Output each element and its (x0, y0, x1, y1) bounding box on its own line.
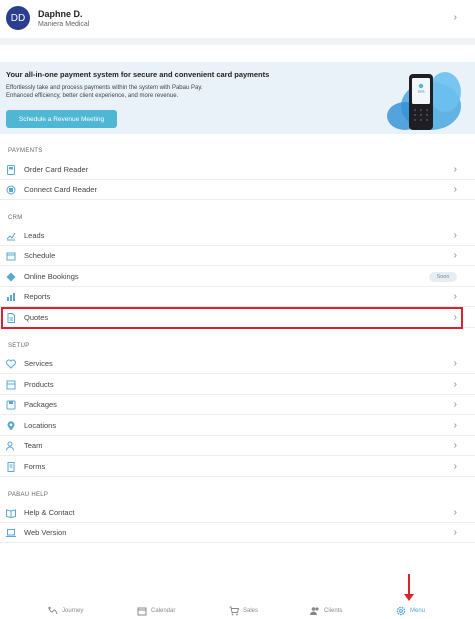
chevron-right-icon: › (453, 440, 457, 451)
menu-item-label: Products (24, 380, 54, 389)
menu-item-label: Reports (24, 292, 51, 301)
schedule-revenue-meeting-button[interactable]: Schedule a Revenue Meeting (6, 110, 117, 128)
chevron-right-icon: › (453, 379, 457, 390)
box-icon (6, 380, 16, 390)
menu-item-order-card-reader[interactable]: Order Card Reader › (0, 160, 475, 180)
bar-chart-icon (6, 292, 16, 302)
tab-menu[interactable]: Menu (396, 606, 425, 616)
bottom-tab-bar: Journey Calendar Sales Clients Menu (0, 602, 475, 619)
calendar-icon (137, 606, 147, 616)
annotation-arrow-head (404, 594, 414, 601)
chevron-right-icon: › (453, 184, 457, 195)
card-reader-illustration: TIPS (387, 72, 461, 130)
book-icon (6, 508, 16, 518)
chevron-right-icon: › (453, 399, 457, 410)
chevron-right-icon: › (453, 420, 457, 431)
tab-sales[interactable]: Sales (229, 606, 258, 616)
menu-item-help-contact[interactable]: Help & Contact › (0, 503, 475, 523)
menu-item-label: Leads (24, 231, 45, 240)
menu-item-leads[interactable]: Leads › (0, 226, 475, 246)
menu-item-label: Team (24, 441, 43, 450)
diamond-icon (6, 272, 16, 282)
tab-label: Menu (410, 608, 426, 614)
chevron-right-icon: › (453, 291, 457, 302)
profile-name: Daphne D. (38, 8, 83, 19)
cart-icon (229, 606, 239, 616)
menu-item-label: Web Version (24, 528, 67, 537)
package-icon (6, 400, 16, 410)
banner-desc-line1: Effortlessly take and process payments w… (6, 85, 203, 91)
users-icon (6, 441, 16, 451)
chevron-right-icon: › (453, 164, 457, 175)
menu-item-label: Locations (24, 421, 57, 430)
quotes-highlight-box (1, 307, 463, 329)
gear-icon (396, 606, 406, 616)
menu-item-services[interactable]: Services › (0, 354, 475, 374)
tab-label: Calendar (151, 608, 176, 614)
menu-item-reports[interactable]: Reports › (0, 287, 475, 307)
laptop-icon (6, 528, 16, 538)
menu-item-forms[interactable]: Forms › (0, 457, 475, 477)
chevron-right-icon: › (453, 250, 457, 261)
section-label-crm: CRM (8, 215, 23, 221)
menu-item-label: Services (24, 359, 53, 368)
chevron-right-icon: › (453, 12, 457, 23)
menu-item-web-version[interactable]: Web Version › (0, 523, 475, 543)
menu-item-locations[interactable]: Locations › (0, 416, 475, 436)
tab-label: Sales (243, 608, 259, 614)
chevron-right-icon: › (453, 461, 457, 472)
menu-item-connect-card-reader[interactable]: Connect Card Reader › (0, 180, 475, 200)
profile-row[interactable]: DD Daphne D. Maniera Medical › (0, 0, 475, 36)
pabau-pay-banner: Your all-in-one payment system for secur… (0, 62, 475, 134)
menu-item-packages[interactable]: Packages › (0, 395, 475, 415)
profile-text: Daphne D. Maniera Medical (38, 9, 89, 28)
profile-company: Maniera Medical (38, 20, 90, 28)
menu-item-label: Schedule (24, 251, 56, 260)
card-reader-icon (6, 165, 16, 175)
journey-icon (48, 606, 58, 616)
avatar: DD (6, 6, 30, 30)
banner-desc-line2: Enhanced efficiency, better client exper… (6, 93, 179, 99)
device-brand-text: TIPS (417, 90, 424, 94)
chart-line-icon (6, 231, 16, 241)
section-label-pabau-help: PABAU HELP (8, 492, 49, 498)
chevron-right-icon: › (453, 507, 457, 518)
chevron-right-icon: › (453, 527, 457, 538)
clients-icon (310, 606, 320, 616)
annotation-arrow-shaft (408, 574, 410, 596)
tab-clients[interactable]: Clients (310, 606, 342, 616)
menu-item-online-bookings[interactable]: Online Bookings Soon (0, 267, 475, 287)
soon-badge: Soon (429, 272, 457, 282)
menu-item-team[interactable]: Team › (0, 436, 475, 456)
menu-item-label: Order Card Reader (24, 165, 89, 174)
menu-item-label: Forms (24, 462, 46, 471)
menu-item-label: Help & Contact (24, 508, 75, 517)
menu-item-label: Connect Card Reader (24, 185, 97, 194)
tab-label: Clients (324, 608, 343, 614)
calendar-icon (6, 251, 16, 261)
tab-journey[interactable]: Journey (48, 606, 83, 616)
divider (0, 38, 475, 45)
chevron-right-icon: › (453, 358, 457, 369)
tab-calendar[interactable]: Calendar (137, 606, 175, 616)
section-label-setup: SETUP (8, 343, 30, 349)
heart-icon (6, 359, 16, 369)
menu-item-schedule[interactable]: Schedule › (0, 246, 475, 266)
location-pin-icon (6, 421, 16, 431)
tab-label: Journey (62, 608, 84, 614)
menu-item-products[interactable]: Products › (0, 375, 475, 395)
form-icon (6, 462, 16, 472)
menu-item-label: Packages (24, 400, 57, 409)
section-label-payments: PAYMENTS (8, 148, 43, 154)
banner-description: Effortlessly take and process payments w… (6, 84, 266, 100)
banner-title: Your all-in-one payment system for secur… (6, 70, 270, 79)
menu-item-label: Online Bookings (24, 272, 79, 281)
connect-icon (6, 185, 16, 195)
chevron-right-icon: › (453, 230, 457, 241)
